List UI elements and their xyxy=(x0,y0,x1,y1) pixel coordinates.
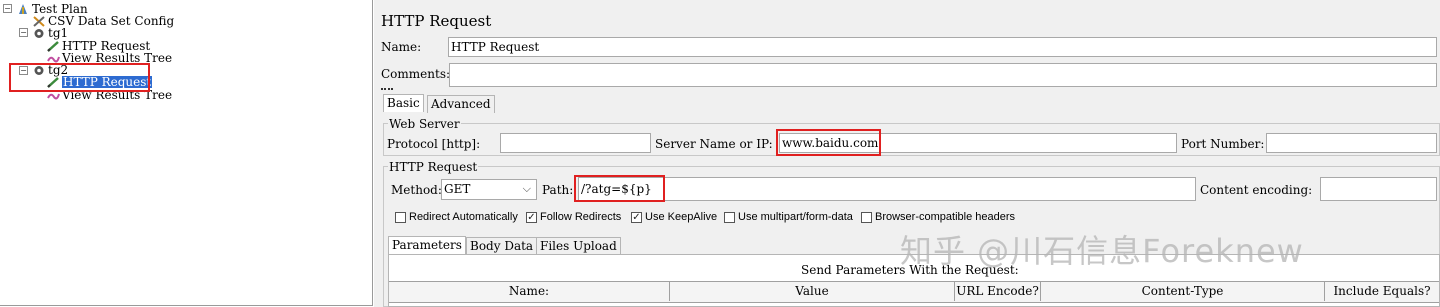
protocol-label: Protocol [http]: xyxy=(387,137,481,151)
checkmark-icon: ✓ xyxy=(631,211,642,223)
column-header-content-type[interactable]: Content-Type xyxy=(1041,282,1325,301)
redirect-automatically-checkbox[interactable]: Redirect Automatically xyxy=(395,211,518,223)
highlight-box-tg2 xyxy=(9,63,150,92)
column-header-name[interactable]: Name: xyxy=(389,282,670,301)
tree-item-label: tg1 xyxy=(48,26,69,40)
tree-item-tg1[interactable]: tg1 xyxy=(33,27,68,39)
checkbox-label: Follow Redirects xyxy=(540,211,622,223)
method-label: Method: xyxy=(391,183,442,197)
comments-label: Comments: xyxy=(381,67,451,81)
test-plan-tree[interactable]: − Test Plan CSV Data Set Config − tg1 HT… xyxy=(0,0,373,306)
watermark-text: 知乎 @川石信息Foreknew xyxy=(900,232,1304,270)
test-plan-icon xyxy=(17,3,30,15)
splitter-handle[interactable] xyxy=(381,88,393,93)
csv-config-icon xyxy=(33,15,46,27)
use-multipart-checkbox[interactable]: Use multipart/form-data xyxy=(724,211,853,223)
checkbox-label: Redirect Automatically xyxy=(409,211,518,223)
web-server-legend: Web Server xyxy=(388,117,461,131)
follow-redirects-checkbox[interactable]: ✓ Follow Redirects xyxy=(526,211,621,223)
checkbox-box xyxy=(395,211,406,223)
port-number-field[interactable] xyxy=(1266,133,1437,153)
listener-icon xyxy=(47,53,60,64)
column-header-url-encode[interactable]: URL Encode? xyxy=(955,282,1041,301)
checkbox-box xyxy=(724,211,735,223)
comments-field[interactable] xyxy=(449,63,1437,87)
path-field[interactable]: /?atg=${p} xyxy=(578,177,1196,201)
parameters-table-header: Name: Value URL Encode? Content-Type Inc… xyxy=(389,281,1439,303)
http-sampler-pen-icon xyxy=(47,40,60,52)
method-value: GET xyxy=(444,182,471,196)
highlight-box-server xyxy=(776,129,881,156)
name-field[interactable]: HTTP Request xyxy=(448,37,1437,57)
browser-compatible-headers-checkbox[interactable]: Browser-compatible headers xyxy=(861,211,1015,223)
column-header-value[interactable]: Value xyxy=(670,282,955,301)
highlight-box-path xyxy=(574,175,665,202)
http-request-panel: HTTP Request Name: HTTP Request Comments… xyxy=(374,0,1440,307)
checkbox-label: Use multipart/form-data xyxy=(738,211,853,223)
tab-basic[interactable]: Basic xyxy=(383,94,424,112)
tab-advanced[interactable]: Advanced xyxy=(427,95,495,113)
panel-title: HTTP Request xyxy=(381,12,492,30)
protocol-field[interactable] xyxy=(500,133,651,153)
use-keepalive-checkbox[interactable]: ✓ Use KeepAlive xyxy=(631,211,717,223)
tab-parameters[interactable]: Parameters xyxy=(388,236,466,254)
collapse-toggle-test-plan[interactable]: − xyxy=(3,4,12,13)
content-encoding-field[interactable] xyxy=(1320,177,1437,201)
http-request-legend: HTTP Request xyxy=(388,160,479,174)
collapse-toggle-tg1[interactable]: − xyxy=(19,28,28,37)
path-label: Path: xyxy=(542,183,574,197)
port-number-label: Port Number: xyxy=(1181,137,1265,151)
method-select[interactable]: GET ⌵ xyxy=(441,179,537,200)
checkbox-label: Use KeepAlive xyxy=(645,211,718,223)
tab-body-data[interactable]: Body Data xyxy=(466,237,538,255)
thread-group-gear-icon xyxy=(33,28,46,39)
name-label: Name: xyxy=(381,40,422,54)
tab-files-upload[interactable]: Files Upload xyxy=(536,237,621,255)
checkbox-box xyxy=(861,211,872,223)
content-encoding-label: Content encoding: xyxy=(1200,183,1313,197)
checkmark-icon: ✓ xyxy=(526,211,537,223)
chevron-down-icon: ⌵ xyxy=(522,182,531,195)
server-name-label: Server Name or IP: xyxy=(655,137,773,151)
column-header-include-equals[interactable]: Include Equals? xyxy=(1325,282,1439,301)
checkbox-label: Browser-compatible headers xyxy=(875,211,1016,223)
